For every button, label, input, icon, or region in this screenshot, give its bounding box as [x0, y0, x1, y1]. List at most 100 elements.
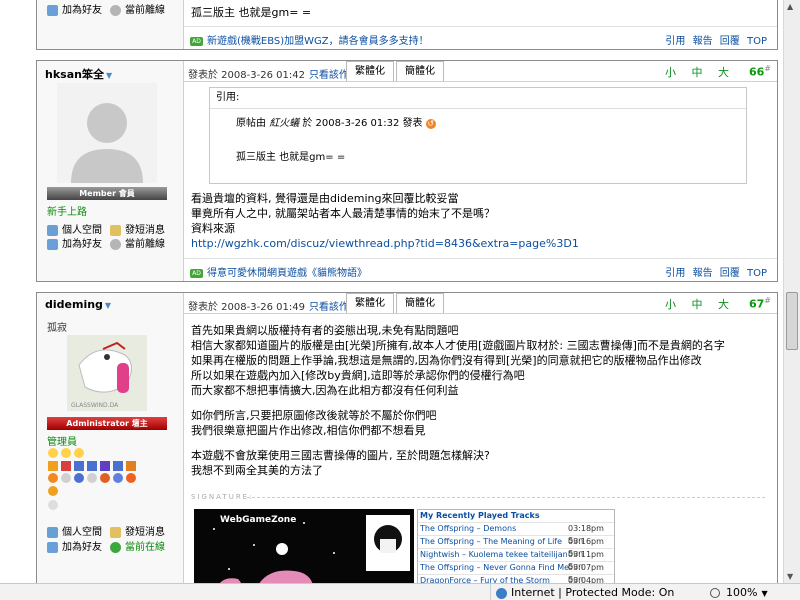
quote-block: 引用: 原帖由 紅火蟻 於 2008-3-26 01:32 發表 ↺ 孤三版主 … [209, 87, 747, 184]
post-footer: AD 得意可愛休閒網頁遊戲《貓熊物語》 引用 報告 回覆 TOP [184, 258, 777, 281]
footer-ad-link[interactable]: 新遊戲(機戰EBS)加盟WGZ，請各會員多多支持！ [207, 36, 429, 47]
post-67: dideming ▼ 孤寂 GLASSWIND.DA Administrator … [36, 292, 778, 583]
report-button[interactable]: 報告 [693, 268, 713, 279]
signature-label: SIGNATURE: [191, 493, 254, 501]
list-item[interactable]: Nightwish – Kuolema tekee taiteilijan 03:… [418, 548, 614, 571]
browser-viewport: 加為好友 當前離線 孤三版主 也就是gm= = AD 新遊戲(機戰EBS)加盟WG… [0, 0, 783, 583]
post-text: 孤三版主 也就是gm= = [191, 6, 312, 19]
tab-simplified[interactable]: 簡體化 [396, 293, 444, 313]
tracks-title: My Recently Played Tracks [420, 511, 540, 520]
home-icon [47, 224, 58, 236]
vertical-scrollbar[interactable]: ▲ ▼ [783, 0, 800, 583]
quote-button[interactable]: 引用 [665, 268, 685, 279]
add-friend-icon [47, 4, 58, 16]
mail-icon [110, 224, 121, 236]
zoom-icon [710, 588, 720, 598]
floor-number: 67# [748, 296, 771, 311]
scrollbar-thumb[interactable] [786, 292, 798, 350]
user-nickname: 孤寂 [47, 323, 67, 334]
recent-tracks-widget: My Recently Played Tracks The Offspring … [417, 509, 615, 583]
font-size-switcher[interactable]: 小 中 大 [665, 64, 735, 80]
reply-button[interactable]: 回覆 [720, 36, 740, 47]
online-status: 當前離線 [110, 1, 165, 16]
list-item[interactable]: The Offspring – Never Gonna Find Me 03:07… [418, 561, 614, 583]
report-button[interactable]: 報告 [693, 36, 713, 47]
post-sidebar: hksan笨全 ▼ Member 會員 新手上路 個人空間 發短消息 加為好友 當… [37, 61, 184, 281]
medals [47, 447, 167, 514]
add-friend-icon [47, 238, 58, 250]
list-item[interactable]: The Offspring – Demons 03:18pm Sun [418, 522, 614, 545]
reply-button[interactable]: 回覆 [720, 268, 740, 279]
security-zone[interactable]: Internet | Protected Mode: On [496, 586, 674, 599]
post-time: 發表於 2008-3-26 01:42 [188, 70, 305, 81]
add-friend-icon [47, 541, 58, 553]
avatar [57, 83, 157, 183]
zoom-control[interactable]: 100% ▼ [710, 586, 768, 599]
username[interactable]: dideming ▼ [45, 298, 111, 311]
user-title: 新手上路 [47, 207, 87, 218]
scroll-down-icon[interactable]: ▼ [787, 572, 793, 581]
post-header: 發表於 2008-3-26 01:42 只看該作者 繁體化 簡體化 小 中 大 66… [184, 61, 777, 82]
chevron-down-icon: ▼ [761, 589, 768, 598]
offline-icon [110, 4, 121, 16]
online-icon [110, 541, 121, 553]
status-bar: Internet | Protected Mode: On 100% ▼ [0, 583, 800, 600]
role-badge: Administrator 壇主 [47, 417, 167, 430]
post-body: 首先如果貴網以版權持有者的姿態出現,未免有點問題吧 相信大家都知道圖片的版權是由… [191, 324, 725, 477]
ad-icon: AD [190, 268, 203, 278]
quote-origin: 原帖由 紅火蟻 於 2008-3-26 01:32 發表 ↺ [236, 118, 436, 129]
floor-number: 66# [748, 64, 771, 79]
quote-label: 引用: [210, 88, 746, 109]
username[interactable]: hksan笨全 ▼ [45, 66, 112, 82]
avatar-caption: GLASSWIND.DA [71, 402, 119, 409]
globe-icon [496, 587, 507, 599]
add-friend-link[interactable]: 加為好友 [47, 538, 102, 553]
post-footer: AD 新遊戲(機戰EBS)加盟WGZ，請各會員多多支持！ 引用 報告 回覆 TOP [184, 26, 777, 49]
online-status: 當前在線 [110, 538, 165, 553]
font-size-switcher[interactable]: 小 中 大 [665, 296, 735, 312]
post-actions: 引用 報告 回覆 TOP [665, 264, 767, 279]
script-tabs: 繁體化 簡體化 [346, 61, 446, 81]
top-button[interactable]: TOP [747, 268, 767, 279]
avatar: GLASSWIND.DA [67, 335, 147, 411]
quote-text: 孤三版主 也就是gm= = [236, 152, 346, 163]
ad-icon: AD [190, 36, 203, 46]
post-66: hksan笨全 ▼ Member 會員 新手上路 個人空間 發短消息 加為好友 當… [36, 60, 778, 282]
signature-divider [247, 497, 765, 498]
footer-ad-link[interactable]: 得意可愛休閒網頁遊戲《貓熊物語》 [207, 268, 367, 279]
tab-traditional[interactable]: 繁體化 [346, 61, 394, 81]
chevron-down-icon: ▼ [105, 71, 113, 80]
role-badge: Member 會員 [47, 187, 167, 200]
list-item[interactable]: The Offspring – The Meaning of Life 03:16… [418, 535, 614, 558]
post-time: 發表於 2008-3-26 01:49 [188, 302, 305, 313]
profile-link[interactable]: 個人空間 [47, 221, 102, 236]
tab-simplified[interactable]: 簡體化 [396, 61, 444, 81]
script-tabs: 繁體化 簡體化 [346, 293, 446, 313]
post-actions: 引用 報告 回覆 TOP [665, 32, 767, 47]
source-link[interactable]: http://wgzhk.com/discuz/viewthread.php?t… [191, 237, 579, 250]
post-sidebar: dideming ▼ 孤寂 GLASSWIND.DA Administrator … [37, 293, 184, 583]
mail-icon [110, 526, 121, 538]
post-partial-top: 加為好友 當前離線 孤三版主 也就是gm= = AD 新遊戲(機戰EBS)加盟WG… [36, 0, 778, 50]
add-friend-link[interactable]: 加為好友 [47, 235, 102, 250]
user-title: 管理員 [47, 437, 77, 448]
chevron-down-icon: ▼ [104, 301, 112, 310]
jump-arrow-icon[interactable]: ↺ [425, 119, 436, 129]
offline-icon [110, 238, 121, 250]
message-link[interactable]: 發短消息 [110, 523, 165, 538]
post-body: 看過貴壇的資料, 覺得還是由dideming來回覆比較妥當 畢竟所有人之中, 就… [191, 192, 579, 250]
scroll-up-icon[interactable]: ▲ [787, 2, 793, 11]
list-item[interactable]: DragonForce – Fury of the Storm03:04pm S… [418, 574, 614, 583]
message-link[interactable]: 發短消息 [110, 221, 165, 236]
post-sidebar: 加為好友 當前離線 [37, 0, 184, 49]
post-header: 發表於 2008-3-26 01:49 只看該作者 繁體化 簡體化 小 中 大 67… [184, 293, 777, 314]
tab-traditional[interactable]: 繁體化 [346, 293, 394, 313]
profile-link[interactable]: 個人空間 [47, 523, 102, 538]
signature-banner: WebGameZone [194, 509, 414, 583]
home-icon [47, 526, 58, 538]
banner-title: WebGameZone [220, 515, 297, 525]
online-status: 當前離線 [110, 235, 165, 250]
quote-button[interactable]: 引用 [665, 36, 685, 47]
add-friend-link[interactable]: 加為好友 [47, 1, 102, 16]
top-button[interactable]: TOP [747, 36, 767, 47]
